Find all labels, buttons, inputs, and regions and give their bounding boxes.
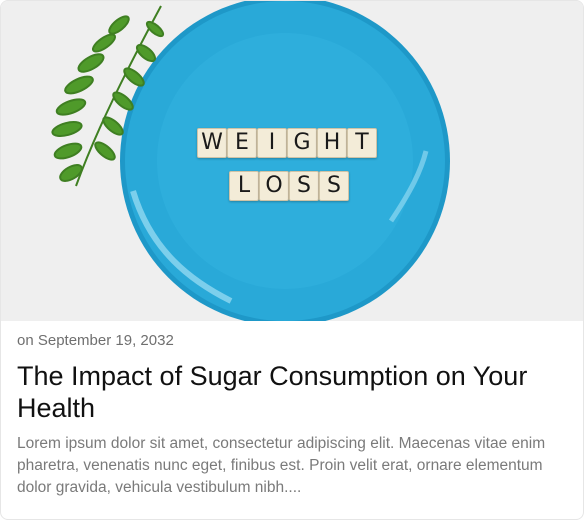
letter-tile: W (197, 128, 227, 158)
letter-tile: G (287, 128, 317, 158)
post-excerpt: Lorem ipsum dolor sit amet, consectetur … (17, 435, 546, 496)
letter-tile: L (229, 171, 259, 201)
letter-tile: I (257, 128, 287, 158)
letter-tile: S (319, 171, 349, 201)
post-title[interactable]: The Impact of Sugar Consumption on Your … (17, 360, 567, 424)
letter-tile: T (347, 128, 377, 158)
letter-tile: S (289, 171, 319, 201)
letter-tile: H (317, 128, 347, 158)
letter-tile: E (227, 128, 257, 158)
post-date: on September 19, 2032 (17, 332, 174, 349)
blog-post-card[interactable]: W E I G H T L O S S on September 19, 203… (0, 0, 584, 520)
post-featured-image[interactable]: W E I G H T L O S S (1, 1, 583, 321)
letter-tile: O (259, 171, 289, 201)
plate-illustration (1, 1, 583, 321)
